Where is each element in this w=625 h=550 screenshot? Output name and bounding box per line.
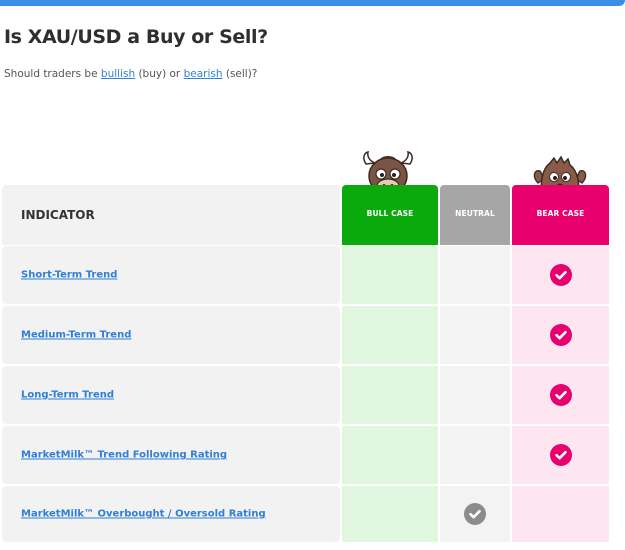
checkmark-circle-icon [549, 444, 572, 466]
neutral-header-label: NEUTRAL [455, 209, 495, 218]
table-row: MarketMilk™ Trend Following Rating [2, 426, 609, 484]
subtitle-mid: (buy) or [135, 68, 184, 80]
table-header-row: INDICATOR BULL CASE NEUTRAL BEAR CASE [2, 185, 609, 245]
bear-cell [512, 426, 609, 484]
indicator-cell: Long-Term Trend [2, 366, 340, 424]
top-accent-bar [0, 0, 625, 6]
bull-cell [342, 366, 438, 424]
bull-cell [342, 246, 438, 304]
bear-cell [512, 306, 609, 364]
table-row: MarketMilk™ Overbought / Oversold Rating [2, 486, 609, 542]
indicator-cell: Short-Term Trend [2, 246, 340, 304]
bear-case-header-label: BEAR CASE [536, 209, 585, 218]
bull-case-header: BULL CASE [342, 185, 438, 245]
subtitle-prefix: Should traders be [4, 68, 101, 80]
indicator-link[interactable]: Medium-Term Trend [21, 330, 131, 341]
neutral-cell [440, 306, 510, 364]
indicator-cell: MarketMilk™ Overbought / Oversold Rating [2, 486, 340, 542]
bear-case-header: BEAR CASE [512, 185, 609, 245]
checkmark-circle-icon [549, 264, 572, 286]
indicator-cell: Medium-Term Trend [2, 306, 340, 364]
page-title: Is XAU/USD a Buy or Sell? [4, 26, 268, 48]
bear-cell [512, 246, 609, 304]
checkmark-circle-icon [549, 324, 572, 346]
bullish-link[interactable]: bullish [101, 68, 135, 80]
neutral-header: NEUTRAL [440, 185, 510, 245]
bull-case-header-label: BULL CASE [366, 209, 414, 218]
bearish-link[interactable]: bearish [184, 68, 223, 80]
neutral-cell [440, 246, 510, 304]
page-subtitle: Should traders be bullish (buy) or beari… [4, 68, 257, 80]
indicator-header-cell: INDICATOR [2, 185, 340, 245]
indicator-link[interactable]: Short-Term Trend [21, 270, 117, 281]
neutral-cell [440, 486, 510, 542]
indicator-link[interactable]: MarketMilk™ Trend Following Rating [21, 450, 227, 461]
indicator-link[interactable]: MarketMilk™ Overbought / Oversold Rating [21, 509, 266, 520]
checkmark-circle-icon [464, 503, 486, 525]
table-row: Medium-Term Trend [2, 306, 609, 364]
indicator-link[interactable]: Long-Term Trend [21, 390, 114, 401]
indicator-cell: MarketMilk™ Trend Following Rating [2, 426, 340, 484]
neutral-cell [440, 366, 510, 424]
indicator-header-label: INDICATOR [21, 208, 95, 222]
subtitle-suffix: (sell)? [222, 68, 258, 80]
neutral-cell [440, 426, 510, 484]
bear-cell [512, 486, 609, 542]
bull-cell [342, 426, 438, 484]
bull-cell [342, 486, 438, 542]
table-row: Long-Term Trend [2, 366, 609, 424]
bear-cell [512, 366, 609, 424]
bull-cell [342, 306, 438, 364]
table-row: Short-Term Trend [2, 246, 609, 304]
indicator-table: INDICATOR BULL CASE NEUTRAL BEAR CASE Sh… [2, 185, 609, 545]
checkmark-circle-icon [549, 384, 572, 406]
